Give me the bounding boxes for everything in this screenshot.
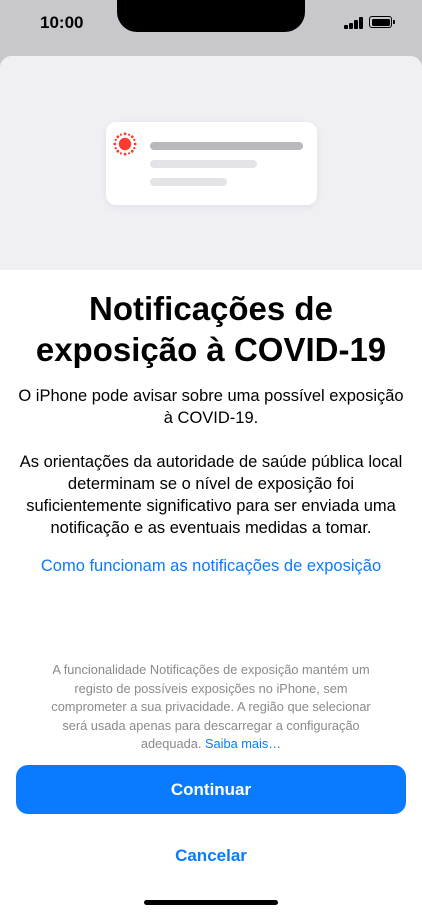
placeholder-line <box>150 142 303 150</box>
battery-icon <box>369 16 395 28</box>
details-text: As orientações da autoridade de saúde pú… <box>19 453 403 537</box>
how-it-works-link[interactable]: Como funcionam as notificações de exposi… <box>14 555 408 577</box>
device-notch <box>117 0 305 32</box>
intro-text: O iPhone pode avisar sobre uma possível … <box>18 387 404 427</box>
exposure-notification-icon <box>113 132 137 156</box>
privacy-note: A funcionalidade Notificações de exposiç… <box>38 661 384 754</box>
home-indicator[interactable] <box>144 900 278 905</box>
learn-more-link[interactable]: Saiba mais… <box>205 736 281 751</box>
status-bar: 10:00 <box>0 0 422 48</box>
cellular-signal-icon <box>344 17 364 29</box>
page-title: Notificações de exposição à COVID-19 <box>35 290 387 368</box>
hero-illustration <box>0 56 422 270</box>
exposure-notifications-sheet: Notificações de exposição à COVID-19 O i… <box>0 56 422 913</box>
placeholder-line <box>150 178 227 186</box>
status-time: 10:00 <box>40 13 84 32</box>
continue-button[interactable]: Continuar <box>16 765 406 814</box>
placeholder-line <box>150 160 257 168</box>
cancel-button[interactable]: Cancelar <box>16 843 406 869</box>
notification-preview-card <box>106 122 317 205</box>
